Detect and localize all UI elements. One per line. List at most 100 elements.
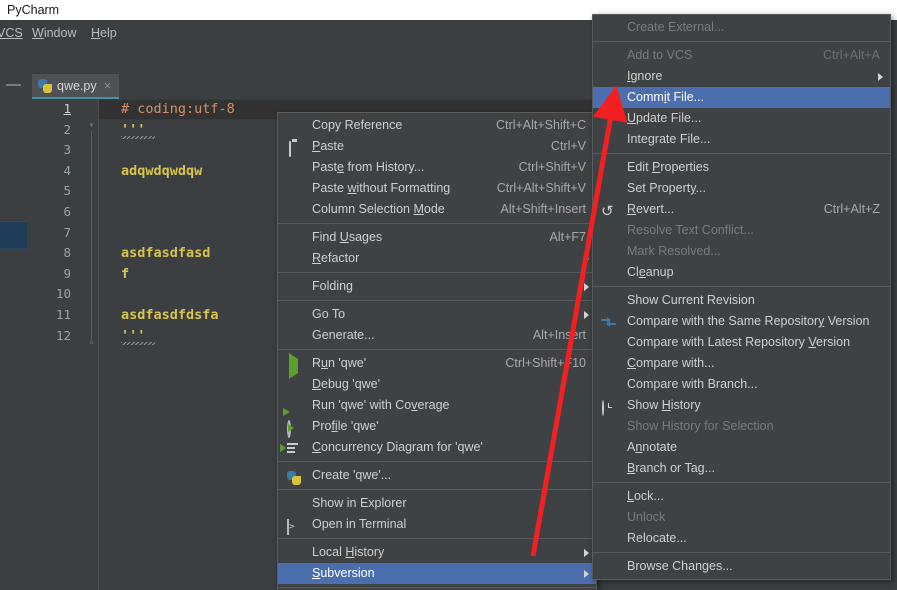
menu-item-shortcut: Ctrl+Shift+V [518,160,586,174]
concurrency-icon [280,440,302,456]
menu-item-compare-with[interactable]: Compare with... [593,353,890,374]
submenu-chevron-icon [584,310,589,319]
line-number-gutter: 1 2 3 4 5 6 7 8 9 10 11 12 [27,99,85,590]
menu-item-label: Find Usages [312,230,383,244]
coverage-icon [286,398,302,414]
menu-item-profile-qwe[interactable]: Profile 'qwe' [278,416,596,438]
fold-marker-icon[interactable]: ▾ [87,121,96,131]
menubar-item-window-label: Window [32,26,77,40]
menu-separator [278,489,596,490]
menu-item-label: Go To [312,307,346,321]
menu-item-mark-resolved: Mark Resolved... [593,241,890,262]
menu-item-show-current-revision[interactable]: Show Current Revision [593,290,890,311]
menu-item-go-to[interactable]: Go To [278,304,596,325]
menu-item-branch-or-tag[interactable]: Branch or Tag... [593,458,890,479]
menu-item-shortcut: Ctrl+V [550,139,586,153]
menu-item-label: Show Current Revision [627,293,755,307]
submenu-chevron-icon [584,548,589,557]
editor-context-menu[interactable]: Copy Reference Ctrl+Alt+Shift+C Paste Ctrl+… [277,112,597,590]
menu-item-shortcut: Ctrl+Shift+F10 [505,356,586,370]
menu-item-subversion[interactable]: Subversion [278,563,596,584]
menu-item-ignore[interactable]: Ignore [593,66,890,87]
menu-item-find-usages[interactable]: Find Usages Alt+F7 [278,227,596,248]
menu-item-generate[interactable]: Generate... Alt+Insert [278,325,596,346]
menu-item-set-property[interactable]: Set Property... [593,178,890,199]
menu-item-update-file[interactable]: Update File... [593,108,890,129]
menu-item-shortcut: Alt+F7 [549,230,586,244]
submenu-chevron-icon [584,254,589,263]
menu-item-create-qwe[interactable]: Create 'qwe'... [278,465,596,486]
menu-item-folding[interactable]: Folding [278,276,596,297]
line-number: 10 [55,286,71,302]
menu-item-shortcut: Alt+Shift+Insert [500,202,586,216]
menu-item-show-in-explorer[interactable]: Show in Explorer [278,493,596,514]
menu-item-compare-with-branch[interactable]: Compare with Branch... [593,374,890,395]
menu-item-shortcut: Ctrl+Alt+A [823,48,880,62]
menu-item-label: Set Property... [627,181,706,195]
menu-item-cleanup[interactable]: Cleanup [593,262,890,283]
menu-separator [593,552,890,553]
menu-item-paste-from-history[interactable]: Paste from History... Ctrl+Shift+V [278,157,596,178]
editor-tab-qwe-py[interactable]: qwe.py × [32,74,120,99]
menubar-item-vcs-label: VCS [0,26,23,40]
menu-item-column-selection-mode[interactable]: Column Selection Mode Alt+Shift+Insert [278,199,596,220]
submenu-chevron-icon [878,72,883,81]
menu-separator [278,223,596,224]
menu-item-compare-with-the-same-repository-version[interactable]: Compare with the Same Repository Version [593,311,890,332]
menu-item-add-to-vcs: Add to VCS Ctrl+Alt+A [593,45,890,66]
menu-separator [278,272,596,273]
tool-window-button[interactable] [0,221,27,249]
menu-item-label: Compare with Latest Repository Version [627,335,851,349]
line-number: 2 [63,121,71,137]
menu-item-concurrency-diagram-for-qwe[interactable]: Concurrency Diagram for 'qwe' [278,437,596,458]
menu-item-relocate[interactable]: Relocate... [593,528,890,549]
revert-icon: ↺ [601,202,614,220]
menu-item-label: Local History [312,545,385,559]
menu-item-edit-properties[interactable]: Edit Properties [593,157,890,178]
menubar-item-window[interactable]: Window [25,20,83,47]
left-tool-column: — [0,47,27,590]
menu-item-copy-reference[interactable]: Copy Reference Ctrl+Alt+Shift+C [278,115,596,136]
line-number: 9 [63,265,71,281]
menu-item-label: Debug 'qwe' [312,377,381,391]
menu-item-label: Generate... [312,328,375,342]
code-folding-column[interactable]: ▾ ▵ [85,99,99,590]
menu-separator [593,153,890,154]
menu-item-annotate[interactable]: Annotate [593,437,890,458]
menu-item-run-qwe[interactable]: Run 'qwe' Ctrl+Shift+F10 [278,352,596,379]
collapse-all-icon[interactable]: — [6,77,21,92]
menu-item-integrate-file[interactable]: Integrate File... [593,129,890,150]
menu-item-local-history[interactable]: Local History [278,542,596,563]
menu-item-revert[interactable]: ↺ Revert... Ctrl+Alt+Z [593,199,890,220]
menu-item-label: Resolve Text Conflict... [627,223,754,237]
menu-item-shortcut: Ctrl+Alt+Shift+V [496,181,586,195]
menu-item-label: Commit File... [627,90,705,104]
clipboard-icon [286,139,302,157]
close-icon[interactable]: × [104,78,112,93]
menu-item-label: Update File... [627,111,702,125]
subversion-submenu[interactable]: Create External... Add to VCS Ctrl+Alt+A Ig… [592,14,891,580]
fold-region-line [91,131,92,339]
menu-item-label: Ignore [627,69,663,83]
menu-item-browse-changes[interactable]: Browse Changes... [593,556,890,577]
menu-item-commit-file[interactable]: Commit File... [593,87,890,108]
menu-item-show-history[interactable]: Show History [593,395,890,416]
menu-item-run-qwe-with-coverage[interactable]: Run 'qwe' with Coverage [278,395,596,416]
menu-item-label: Subversion [312,566,375,580]
menu-item-unlock: Unlock [593,507,890,528]
menu-item-refactor[interactable]: Refactor [278,248,596,269]
menu-item-label: Run 'qwe' with Coverage [312,398,450,412]
menu-item-compare-with-latest-repository-version[interactable]: Compare with Latest Repository Version [593,332,890,353]
python-file-icon [38,78,52,93]
menu-item-open-in-terminal[interactable]: Open in Terminal [278,514,596,535]
menubar-item-help[interactable]: Help [84,20,124,47]
menu-item-paste[interactable]: Paste Ctrl+V [278,136,596,157]
line-number: 3 [63,142,71,158]
editor-tab-label: qwe.py [57,78,97,93]
menu-item-debug-qwe[interactable]: Debug 'qwe' [278,374,596,395]
menu-item-lock[interactable]: Lock... [593,486,890,507]
menu-item-paste-without-formatting[interactable]: Paste without Formatting Ctrl+Alt+Shift+V [278,178,596,199]
line-number: 6 [63,204,71,219]
menu-separator [593,41,890,42]
menu-separator [593,286,890,287]
